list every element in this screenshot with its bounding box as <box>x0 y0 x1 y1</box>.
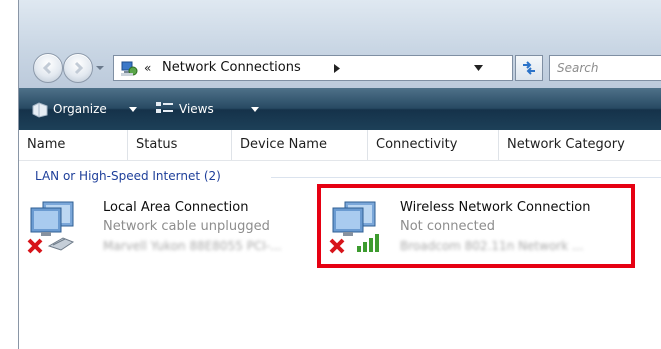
address-bar[interactable]: « Network Connections <box>113 55 513 81</box>
back-button[interactable] <box>33 53 63 83</box>
explorer-window: « Network Connections Search Organize Vi… <box>18 0 661 349</box>
refresh-icon <box>523 61 535 75</box>
command-bar: Organize Views <box>19 88 661 130</box>
connection-name: Local Area Connection <box>103 200 249 215</box>
highlight-box <box>317 184 635 268</box>
views-dropdown-icon[interactable] <box>251 107 259 112</box>
title-glass-area: « Network Connections Search <box>19 0 661 88</box>
views-menu[interactable]: Views <box>179 102 214 116</box>
organize-dropdown-icon[interactable] <box>129 107 137 112</box>
forward-button[interactable] <box>63 53 93 83</box>
column-header-status[interactable]: Status <box>128 130 232 160</box>
column-headers: Name Status Device Name Connectivity Net… <box>19 130 661 161</box>
column-header-network-category[interactable]: Network Category <box>499 130 661 160</box>
search-input[interactable]: Search <box>557 61 599 75</box>
column-header-device-name[interactable]: Device Name <box>232 130 368 160</box>
address-location[interactable]: Network Connections <box>162 60 301 75</box>
column-header-connectivity[interactable]: Connectivity <box>368 130 499 160</box>
connection-device: Marvell Yukon 88E8055 PCI-... <box>103 239 282 253</box>
address-overflow-chevron[interactable]: « <box>144 61 151 75</box>
column-header-name[interactable]: Name <box>19 130 128 160</box>
back-arrow-icon <box>42 61 52 75</box>
network-connections-icon <box>121 61 138 76</box>
group-header-lan[interactable]: LAN or High-Speed Internet (2) <box>35 169 221 183</box>
organize-menu[interactable]: Organize <box>53 102 107 116</box>
connection-status: Network cable unplugged <box>103 219 270 234</box>
wired-network-disconnected-icon <box>27 201 75 254</box>
refresh-button[interactable] <box>515 55 543 81</box>
search-box[interactable]: Search <box>549 55 661 81</box>
organize-icon <box>32 102 48 118</box>
breadcrumb-arrow-icon[interactable] <box>333 64 341 73</box>
forward-arrow-icon <box>74 61 84 75</box>
views-icon <box>156 102 173 113</box>
group-divider <box>271 177 661 178</box>
recent-pages-dropdown-icon[interactable] <box>95 64 105 72</box>
address-dropdown-icon[interactable] <box>474 65 483 71</box>
